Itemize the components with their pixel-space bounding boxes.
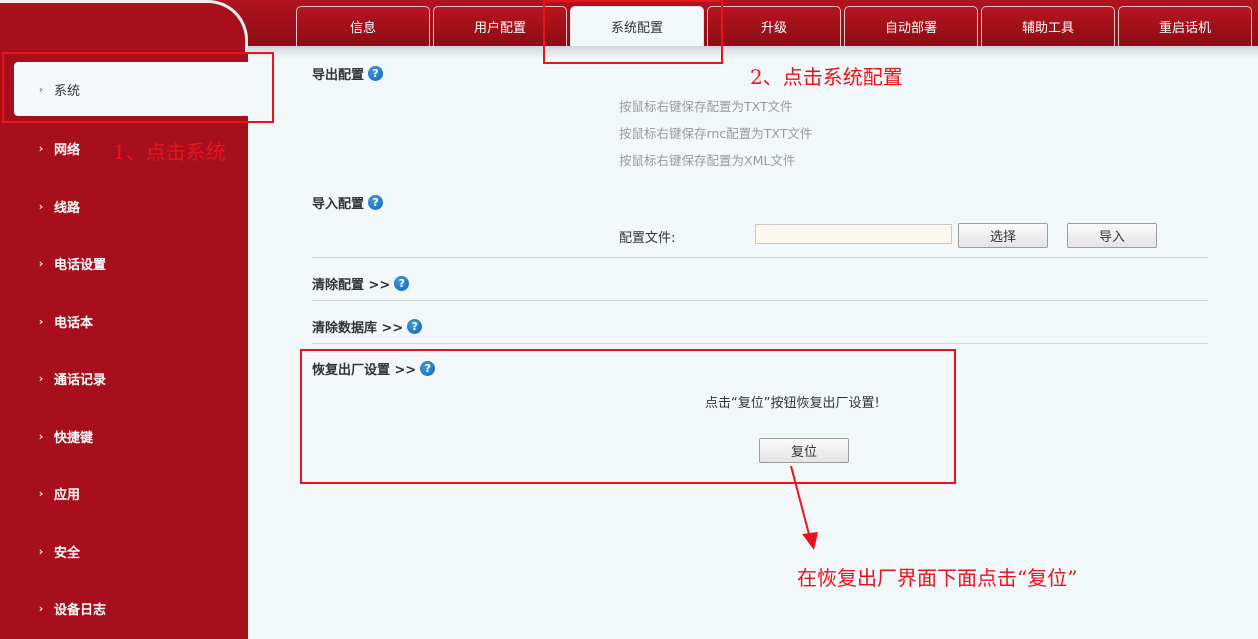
chevron-right-icon: › bbox=[38, 142, 44, 156]
section-title-text: 清除配置 >> bbox=[312, 278, 391, 293]
annotation-box-factory-reset bbox=[300, 349, 956, 484]
sidebar-item-label: 设备日志 bbox=[54, 603, 107, 619]
top-tabs: 信息 用户配置 系统配置 升级 自动部署 辅助工具 重启话机 bbox=[296, 6, 1255, 46]
import-button[interactable]: 导入 bbox=[1067, 223, 1157, 248]
sidebar-item-device-log[interactable]: › 设备日志 bbox=[0, 580, 248, 638]
sidebar-item-label: 网络 bbox=[54, 143, 81, 159]
section-title-text: 导出配置 bbox=[312, 68, 365, 83]
tab-upgrade[interactable]: 升级 bbox=[707, 6, 841, 46]
sidebar-item-security[interactable]: › 安全 bbox=[0, 523, 248, 581]
chevron-right-icon: › bbox=[38, 602, 44, 616]
export-rnc-txt-link[interactable]: 按鼠标右键保存rnc配置为TXT文件 bbox=[619, 123, 812, 142]
chevron-right-icon: › bbox=[38, 429, 44, 443]
clear-database-title[interactable]: 清除数据库 >> ? bbox=[312, 317, 423, 336]
import-config-title: 导入配置 ? bbox=[312, 193, 384, 212]
sidebar-item-line[interactable]: › 线路 bbox=[0, 178, 248, 236]
export-txt-link[interactable]: 按鼠标右键保存配置为TXT文件 bbox=[619, 96, 793, 115]
top-banner-shadow bbox=[248, 46, 1258, 58]
chevron-right-icon: › bbox=[38, 314, 44, 328]
chevron-right-icon: › bbox=[38, 257, 44, 271]
help-icon[interactable]: ? bbox=[394, 276, 410, 291]
sidebar-top-curve bbox=[0, 0, 248, 52]
chevron-right-icon: › bbox=[38, 544, 44, 558]
sidebar-item-call-log[interactable]: › 通话记录 bbox=[0, 350, 248, 408]
sidebar-item-apps[interactable]: › 应用 bbox=[0, 465, 248, 523]
chevron-right-icon: › bbox=[38, 199, 44, 213]
sidebar-item-phonebook[interactable]: › 电话本 bbox=[0, 293, 248, 351]
tab-reboot[interactable]: 重启话机 bbox=[1118, 6, 1252, 46]
sidebar-item-shortcuts[interactable]: › 快捷键 bbox=[0, 408, 248, 466]
divider bbox=[312, 300, 1208, 301]
sidebar-item-label: 应用 bbox=[54, 488, 81, 504]
annotation-step3: 在恢复出厂界面下面点击“复位” bbox=[797, 566, 1078, 590]
export-xml-link[interactable]: 按鼠标右键保存配置为XML文件 bbox=[619, 150, 795, 169]
annotation-box-system bbox=[2, 52, 274, 123]
config-file-input[interactable] bbox=[755, 224, 952, 244]
section-title-text: 导入配置 bbox=[312, 197, 365, 212]
clear-config-title[interactable]: 清除配置 >> ? bbox=[312, 274, 410, 293]
export-config-title: 导出配置 ? bbox=[312, 64, 384, 83]
config-file-label: 配置文件: bbox=[619, 231, 676, 246]
sidebar-item-phone-settings[interactable]: › 电话设置 bbox=[0, 235, 248, 293]
annotation-arrow-icon bbox=[790, 465, 818, 550]
annotation-step1: 1、点击系统 bbox=[113, 140, 226, 164]
help-icon[interactable]: ? bbox=[368, 195, 384, 210]
chevron-right-icon: › bbox=[38, 372, 44, 386]
divider bbox=[312, 343, 1208, 344]
sidebar-item-label: 线路 bbox=[54, 200, 81, 216]
section-title-text: 清除数据库 >> bbox=[312, 321, 404, 336]
annotation-step2: 2、点击系统配置 bbox=[750, 65, 903, 89]
tab-info[interactable]: 信息 bbox=[296, 6, 430, 46]
sidebar-item-label: 快捷键 bbox=[54, 430, 94, 446]
select-file-button[interactable]: 选择 bbox=[958, 223, 1048, 248]
sidebar-item-label: 电话设置 bbox=[54, 258, 107, 274]
annotation-box-system-config bbox=[543, 0, 723, 64]
tab-auto-provision[interactable]: 自动部署 bbox=[844, 6, 978, 46]
sidebar-item-label: 安全 bbox=[54, 545, 81, 561]
sidebar-item-label: 通话记录 bbox=[54, 373, 107, 389]
sidebar-item-label: 电话本 bbox=[54, 315, 94, 331]
divider bbox=[312, 257, 1208, 258]
tab-tools[interactable]: 辅助工具 bbox=[981, 6, 1115, 46]
help-icon[interactable]: ? bbox=[368, 66, 384, 81]
help-icon[interactable]: ? bbox=[407, 319, 423, 334]
chevron-right-icon: › bbox=[38, 487, 44, 501]
